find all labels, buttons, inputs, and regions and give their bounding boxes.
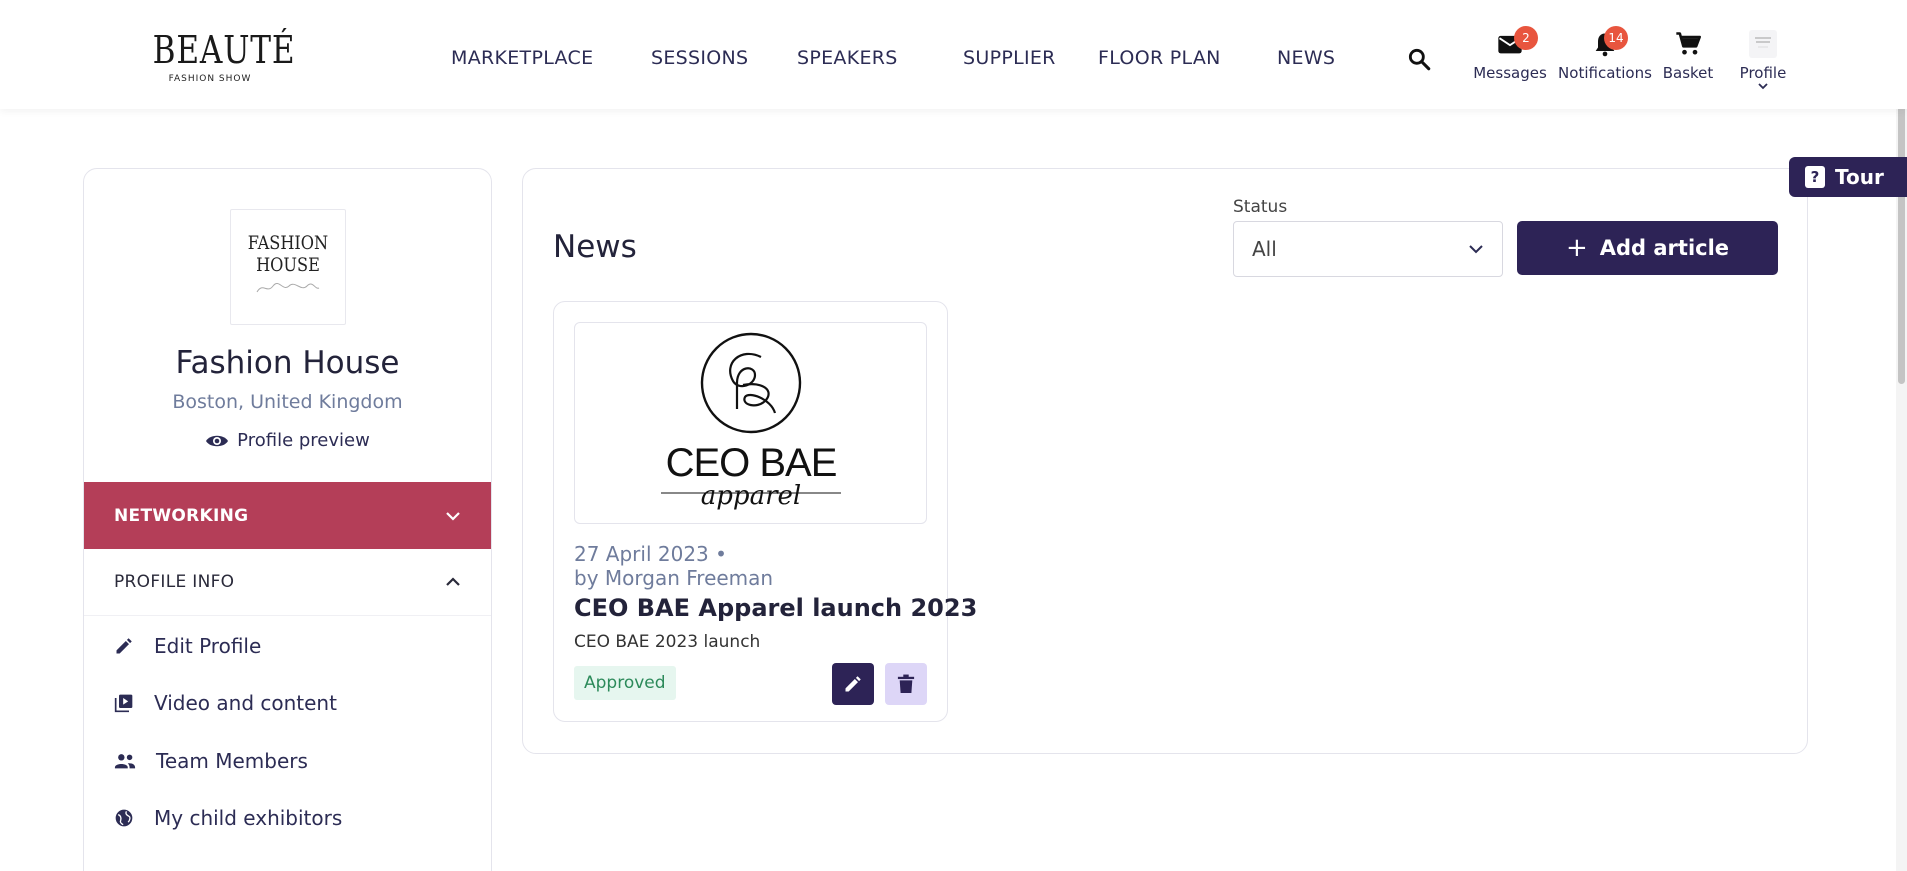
chevron-down-icon [446,511,460,521]
messages-badge: 2 [1514,26,1538,50]
company-logo: FASHION HOUSE [230,209,346,325]
pencil-icon [116,638,132,654]
profile-info-accordion[interactable]: PROFILE INFO [84,549,491,616]
people-icon [114,754,136,769]
sidebar-item-label: Video and content [154,691,337,715]
nav-marketplace[interactable]: MARKETPLACE [451,47,593,69]
nav-speakers[interactable]: SPEAKERS [797,47,898,69]
profile-info-label: PROFILE INFO [114,572,235,592]
messages-button[interactable]: 2 Messages [1472,26,1548,82]
article-title[interactable]: CEO BAE Apparel launch 2023 [574,594,977,622]
profile-preview-link[interactable]: Profile preview [84,430,491,451]
status-filter-label: Status [1233,197,1288,217]
company-logo-line2: HOUSE [256,254,320,276]
messages-label: Messages [1473,64,1547,82]
profile-sidebar: FASHION HOUSE Fashion House Boston, Unit… [83,168,492,871]
help-icon: ? [1805,166,1825,188]
profile-label: Profile [1730,64,1796,90]
basket-label: Basket [1662,64,1714,82]
ceo-bae-logo-image: CEO BAE apparel [661,332,841,511]
networking-accordion[interactable]: NETWORKING [84,482,491,549]
networking-label: NETWORKING [114,505,249,526]
notifications-badge: 14 [1604,26,1628,50]
tour-label: Tour [1835,165,1884,189]
edit-article-button[interactable] [832,663,874,705]
nav-supplier[interactable]: SUPPLIER [963,47,1056,69]
status-select-value: All [1252,237,1277,261]
sidebar-item-label: My child exhibitors [154,806,343,830]
company-logo-script-icon [256,282,320,293]
page-title: News [553,229,637,265]
nav-news[interactable]: NEWS [1277,47,1335,69]
basket-button[interactable]: Basket [1662,30,1714,82]
sidebar-item-label: Edit Profile [154,634,262,658]
profile-menu-button[interactable]: Profile [1730,30,1796,90]
sidebar-item-child-exhibitors[interactable]: My child exhibitors [114,806,342,830]
globe-icon [115,809,133,827]
notifications-button[interactable]: 14 Notifications [1556,26,1654,82]
tour-button[interactable]: ? Tour [1789,157,1907,197]
chevron-down-icon [1469,245,1483,254]
news-panel: News Status All + Add article CEO BAE ap… [522,168,1808,754]
pencil-icon [845,676,861,692]
trash-icon [897,674,915,693]
search-icon[interactable] [1406,46,1432,72]
article-card[interactable]: CEO BAE apparel 27 April 2023 • by Morga… [553,301,977,722]
avatar [1749,30,1777,58]
article-author: by Morgan Freeman [574,566,774,590]
article-description: CEO BAE 2023 launch [574,632,761,652]
sidebar-item-video-content[interactable]: Video and content [114,691,337,715]
sidebar-item-team-members[interactable]: Team Members [114,749,308,773]
status-badge: Approved [574,666,676,700]
top-header: BEAUTÉ FASHION SHOW MARKETPLACE SESSIONS… [0,0,1907,109]
logo-subtitle: FASHION SHOW [168,74,252,84]
profile-label-text: Profile [1739,64,1787,82]
chevron-down-icon [1758,83,1768,90]
add-article-button[interactable]: + Add article [1517,221,1778,275]
nav-sessions[interactable]: SESSIONS [651,47,748,69]
image-brand-text: CEO BAE [666,441,837,485]
delete-article-button[interactable] [885,663,927,705]
nav-floor-plan[interactable]: FLOOR PLAN [1098,47,1221,69]
sidebar-item-edit-profile[interactable]: Edit Profile [114,634,261,658]
company-name: Fashion House [175,345,400,381]
sidebar-item-label: Team Members [156,749,308,773]
plus-icon: + [1565,233,1588,263]
add-article-label: Add article [1599,236,1730,260]
status-select[interactable]: All [1233,221,1503,277]
cart-icon [1676,32,1701,55]
article-date: 27 April 2023 • [574,542,727,566]
profile-preview-label: Profile preview [237,430,370,451]
company-logo-line1: FASHION [247,232,329,254]
image-script-text: apparel [701,481,801,511]
chevron-up-icon [446,577,460,586]
avatar-logo-icon [1755,37,1771,48]
company-location: Boston, United Kingdom [172,391,403,413]
eye-icon [206,435,229,446]
video-library-icon [114,694,133,713]
article-image: CEO BAE apparel [574,322,927,524]
notifications-label: Notifications [1558,64,1652,82]
